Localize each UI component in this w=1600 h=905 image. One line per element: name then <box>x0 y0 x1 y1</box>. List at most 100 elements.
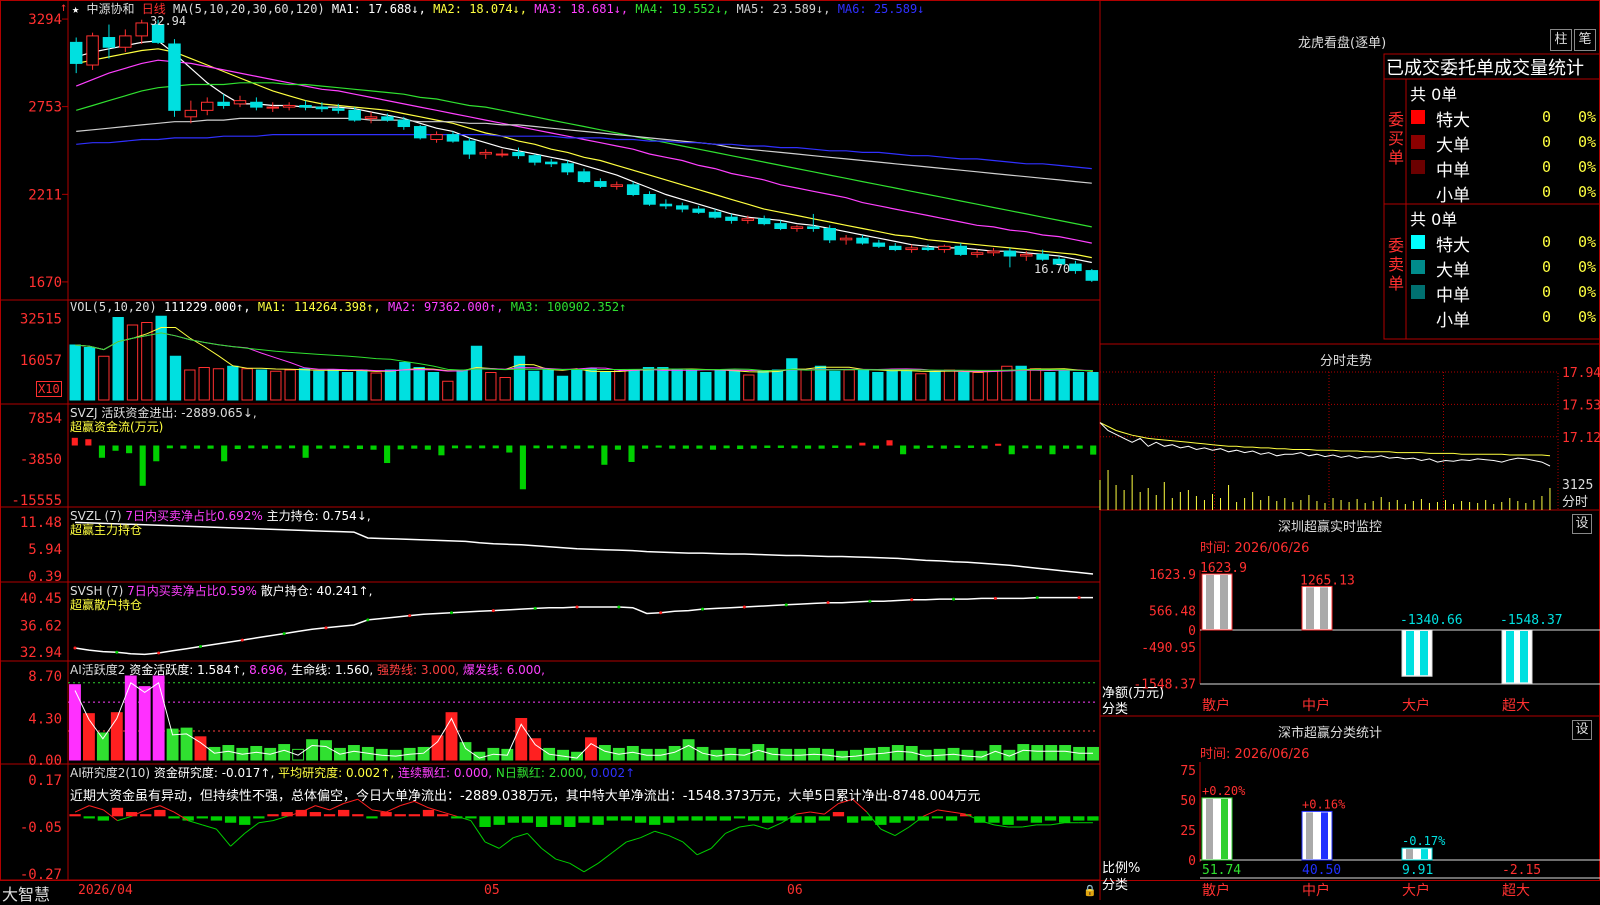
ai-research-bar[interactable] <box>69 814 81 817</box>
candle-body[interactable] <box>970 252 984 255</box>
fund-flow-bar[interactable] <box>995 443 1002 446</box>
fund-flow-bar[interactable] <box>1022 445 1029 449</box>
fund-flow-bar[interactable] <box>492 445 499 449</box>
ai-research-bar[interactable] <box>550 816 562 825</box>
volume-bar[interactable] <box>886 369 898 401</box>
volume-bar[interactable] <box>241 368 253 401</box>
fund-flow-bar[interactable] <box>927 445 934 448</box>
fund-flow-bar[interactable] <box>655 445 662 448</box>
candle-body[interactable] <box>807 226 820 229</box>
ai-research-bar[interactable] <box>507 816 519 823</box>
volume-bar[interactable] <box>83 347 96 401</box>
ai-research-bar[interactable] <box>1059 816 1071 823</box>
ai-research-bar[interactable] <box>790 816 802 823</box>
fund-flow-bar[interactable] <box>900 445 907 455</box>
candle-body[interactable] <box>299 104 312 108</box>
fund-flow-bar[interactable] <box>628 445 635 462</box>
volume-bar[interactable] <box>485 372 497 401</box>
volume-bar[interactable] <box>571 369 583 401</box>
fund-flow-bar[interactable] <box>384 445 391 464</box>
fund-flow-bar[interactable] <box>1062 445 1070 449</box>
candle-body[interactable] <box>495 153 509 156</box>
candle-body[interactable] <box>1085 270 1099 281</box>
fund-flow-bar[interactable] <box>261 445 268 449</box>
ai-research-bar[interactable] <box>1087 816 1099 821</box>
candle-body[interactable] <box>512 151 525 157</box>
ai-research-bar[interactable] <box>140 814 152 817</box>
ai-research-bar[interactable] <box>1030 816 1043 823</box>
fund-flow-bar[interactable] <box>302 445 309 458</box>
candle-body[interactable] <box>561 163 574 173</box>
ai-research-bar[interactable] <box>422 809 435 817</box>
volume-bar[interactable] <box>1015 365 1027 401</box>
ai-research-bar[interactable] <box>281 812 293 817</box>
fund-flow-bar[interactable] <box>750 445 757 449</box>
ai-research-bar[interactable] <box>154 809 166 817</box>
candle-body[interactable] <box>741 218 755 221</box>
trade-mode-button[interactable]: 笔 <box>1574 29 1596 51</box>
ai-research-bar[interactable] <box>97 816 109 821</box>
fund-flow-bar[interactable] <box>1076 445 1083 449</box>
volume-bar[interactable] <box>556 375 569 401</box>
volume-bar[interactable] <box>1087 372 1099 401</box>
ai-research-bar[interactable] <box>649 816 661 825</box>
retail-position-line[interactable] <box>74 596 1093 656</box>
fund-flow-bar[interactable] <box>316 445 323 449</box>
volume-bar[interactable] <box>126 324 139 401</box>
candle-body[interactable] <box>856 237 869 244</box>
fund-flow-bar[interactable] <box>71 437 78 446</box>
ai-research-bar[interactable] <box>663 816 675 823</box>
fund-flow-bar[interactable] <box>193 445 201 449</box>
candle-body[interactable] <box>643 194 656 205</box>
ai-active-bar[interactable] <box>598 745 611 761</box>
ai-active-bar[interactable] <box>347 745 360 761</box>
ai-active-bar[interactable] <box>529 738 542 761</box>
ai-active-bar[interactable] <box>138 686 151 761</box>
ai-research-bar[interactable] <box>408 814 421 817</box>
candle-body[interactable] <box>921 247 935 251</box>
candle-body[interactable] <box>594 181 607 187</box>
ai-research-bar[interactable] <box>931 816 944 819</box>
volume-bar[interactable] <box>227 365 239 401</box>
ai-active-bar[interactable] <box>431 735 444 761</box>
ai-research-bar[interactable] <box>988 816 1000 823</box>
favorite-star-icon[interactable]: ★ <box>72 2 79 16</box>
candle-body[interactable] <box>201 101 214 111</box>
ai-research-bar[interactable] <box>578 816 590 823</box>
fund-flow-bar[interactable] <box>967 445 975 448</box>
volume-bar[interactable] <box>1058 369 1070 401</box>
fund-flow-bar[interactable] <box>1090 445 1097 455</box>
candle-body[interactable] <box>610 184 623 187</box>
candle-body[interactable] <box>708 211 722 218</box>
ai-research-bar[interactable] <box>889 816 901 823</box>
candle-body[interactable] <box>430 134 443 140</box>
fund-flow-bar[interactable] <box>954 445 961 448</box>
volume-bar[interactable] <box>313 370 325 401</box>
ai-active-bar[interactable] <box>306 739 318 761</box>
candle-body[interactable] <box>413 126 427 139</box>
ai-research-bar[interactable] <box>465 816 477 819</box>
ai-active-bar[interactable] <box>320 740 332 761</box>
fund-flow-bar[interactable] <box>356 445 364 450</box>
fund-flow-bar[interactable] <box>180 445 187 449</box>
volume-bar[interactable] <box>657 367 669 401</box>
fund-flow-bar[interactable] <box>1035 445 1042 449</box>
volume-bar[interactable] <box>528 370 540 401</box>
ai-research-bar[interactable] <box>1044 816 1057 821</box>
volume-bar[interactable] <box>685 369 698 401</box>
fund-flow-bar[interactable] <box>546 445 554 449</box>
fund-flow-bar[interactable] <box>506 445 513 453</box>
candle-body[interactable] <box>1020 253 1033 257</box>
fund-flow-bar[interactable] <box>329 445 336 449</box>
ai-active-bar[interactable] <box>836 750 848 761</box>
ai-research-bar[interactable] <box>493 816 505 825</box>
volume-bar[interactable] <box>370 372 382 401</box>
ai-active-bar[interactable] <box>69 684 81 761</box>
candle-body[interactable] <box>102 37 116 48</box>
candle-body[interactable] <box>725 216 738 221</box>
fund-flow-bar[interactable] <box>479 445 486 449</box>
ai-active-bar[interactable] <box>152 675 165 761</box>
volume-bar[interactable] <box>585 368 597 401</box>
ai-active-bar[interactable] <box>585 737 597 761</box>
ai-active-bar[interactable] <box>180 727 193 761</box>
